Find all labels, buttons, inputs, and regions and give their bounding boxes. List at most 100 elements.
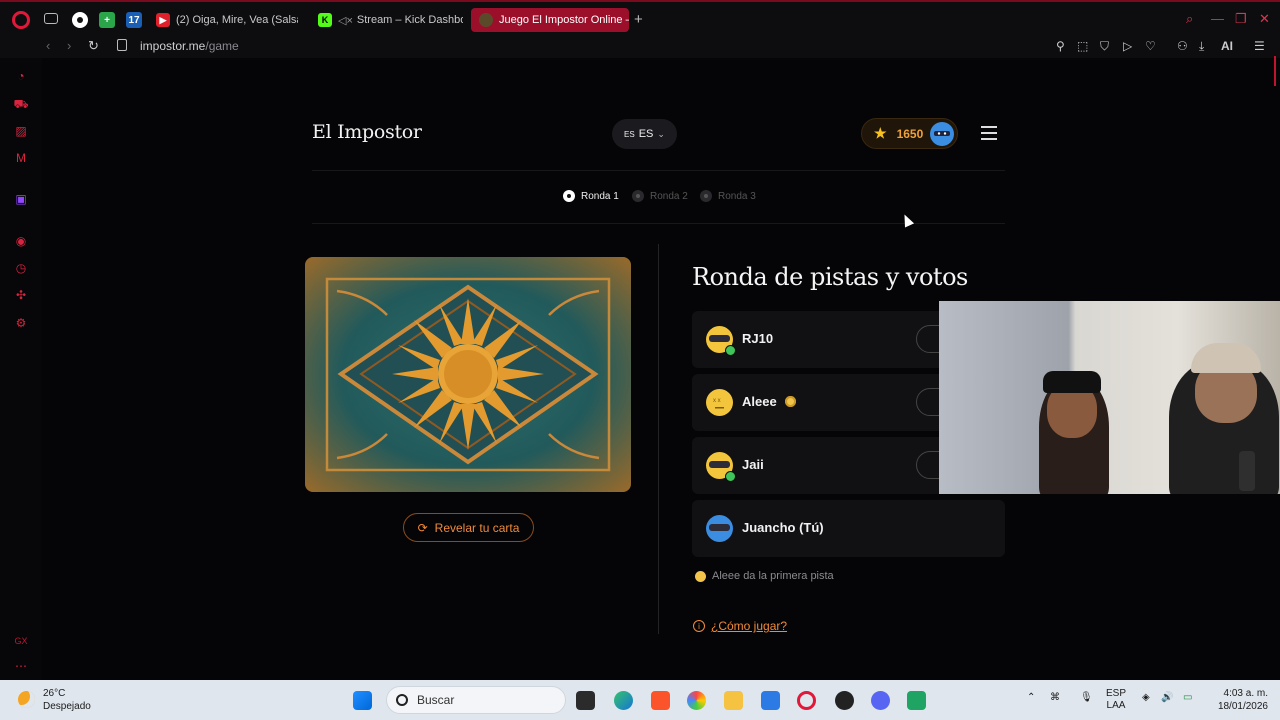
restore-icon[interactable]: ❐ — [1235, 11, 1247, 27]
muted-speaker-icon[interactable]: ◁× — [338, 14, 353, 27]
round-dot-icon — [700, 190, 712, 202]
hamburger-menu-icon[interactable] — [981, 126, 997, 140]
reveal-card-button[interactable]: ⟳ Revelar tu carta — [403, 513, 534, 542]
score-pill[interactable]: ★ 1650 — [861, 118, 958, 149]
discord-icon[interactable] — [871, 691, 890, 710]
round-label: Ronda 2 — [650, 190, 688, 202]
task-view-icon[interactable] — [576, 691, 595, 710]
cap-left — [1043, 371, 1101, 393]
mods-icon[interactable]: M — [13, 150, 29, 166]
gamepad-icon[interactable] — [44, 13, 58, 24]
back-icon[interactable]: ‹ — [46, 38, 50, 53]
profile-icon[interactable]: ⚇ — [1177, 39, 1188, 53]
date: 18/01/2026 — [1217, 701, 1268, 712]
snapshot-icon[interactable]: ⬚ — [1077, 39, 1088, 53]
brand-title[interactable]: El Impostor — [312, 121, 422, 143]
forward-icon[interactable]: › — [67, 38, 71, 53]
impostor-icon — [479, 13, 493, 27]
more-icon[interactable]: ⋯ — [13, 658, 29, 674]
check-icon — [725, 471, 736, 482]
masked-face-avatar — [706, 452, 736, 482]
taskbar-search[interactable]: Buscar — [386, 686, 566, 714]
twitch-icon[interactable]: ▣ — [13, 191, 29, 207]
chevron-up-icon[interactable]: ⌃ — [1027, 692, 1035, 704]
gx-control-icon[interactable]: ◔ — [13, 68, 29, 84]
language-selector[interactable]: ES ES ⌄ — [612, 119, 677, 149]
mouse-cursor-icon — [899, 212, 915, 228]
secret-card[interactable] — [305, 257, 631, 492]
browser-tab-bar: + 17 ▶ (2) Oiga, Mire, Vea (Salsa) K ◁× … — [0, 0, 1280, 36]
ai-label: AI — [1221, 39, 1233, 53]
sheets-icon[interactable] — [907, 691, 926, 710]
player-icon[interactable]: ◉ — [13, 233, 29, 249]
how-to-play-link[interactable]: i ¿Cómo jugar? — [693, 619, 787, 633]
weather-widget[interactable]: 26°C Despejado — [43, 687, 91, 713]
clock[interactable]: 4:03 a. m. 18/01/2026 — [1212, 687, 1268, 713]
cleaner-icon[interactable]: ▨ — [13, 123, 29, 139]
round-dot-icon — [563, 190, 575, 202]
download-icon[interactable]: ⤓ — [1199, 39, 1204, 54]
battery-icon[interactable]: ▭ — [1183, 692, 1192, 704]
network-app-icon[interactable]: ⌘ — [1050, 692, 1060, 704]
microphone-icon[interactable]: 🎙 — [1080, 692, 1093, 704]
settings-gear-icon[interactable]: ⚙ — [13, 315, 29, 331]
history-icon[interactable]: ◷ — [13, 260, 29, 276]
tab-impostor[interactable]: Juego El Impostor Online – — [471, 8, 629, 32]
mail-icon[interactable] — [761, 691, 780, 710]
extensions-icon[interactable]: ✣ — [13, 287, 29, 303]
edge-icon[interactable] — [614, 691, 633, 710]
youtube-icon: ▶ — [156, 13, 170, 27]
input-language[interactable]: ESP LAA — [1106, 688, 1126, 712]
obs-icon[interactable] — [835, 691, 854, 710]
reload-icon[interactable]: ↻ — [88, 38, 99, 54]
how-to-play-label[interactable]: ¿Cómo jugar? — [711, 619, 787, 633]
masked-face-avatar — [706, 515, 733, 542]
volume-icon[interactable]: 🔊 — [1161, 692, 1173, 704]
url-field[interactable]: impostor.me/game — [140, 39, 239, 53]
opera-gx-icon[interactable] — [797, 691, 816, 710]
lock-icon[interactable] — [117, 39, 127, 51]
tab-youtube[interactable]: ▶ (2) Oiga, Mire, Vea (Salsa) — [156, 8, 298, 32]
gx-logo: GX — [14, 636, 28, 646]
play-icon[interactable]: ▷ — [1123, 39, 1132, 53]
refresh-icon: ⟳ — [417, 520, 428, 535]
temperature: 26°C — [43, 688, 66, 699]
minimize-icon[interactable]: — — [1211, 11, 1224, 26]
star-icon: ★ — [874, 125, 887, 141]
turn-hint: Aleee da la primera pista — [695, 570, 834, 582]
close-icon[interactable]: ✕ — [1259, 11, 1270, 27]
browser-sidebar: ◔ ⛟ ▨ M ▣ ◉ ◷ ✣ ⚙ GX ⋯ — [0, 58, 42, 680]
brave-icon[interactable] — [651, 691, 670, 710]
file-explorer-icon[interactable] — [724, 691, 743, 710]
start-windows-icon[interactable] — [353, 691, 372, 710]
user-avatar[interactable] — [930, 122, 954, 146]
heart-icon[interactable]: ♡ — [1145, 39, 1156, 53]
round-label: Ronda 3 — [718, 190, 756, 202]
circle-app-icon[interactable] — [72, 12, 88, 28]
divider — [312, 170, 1005, 171]
pin-icon[interactable]: ⚲ — [1056, 39, 1065, 53]
shield-icon[interactable]: ⛉ — [1100, 39, 1109, 54]
gx-corner-icon[interactable]: ⛟ — [13, 96, 29, 112]
weather-moon-icon[interactable] — [18, 691, 35, 708]
cap-right — [1191, 343, 1261, 373]
tab-kick[interactable]: K ◁× Stream – Kick Dashboa — [318, 8, 463, 32]
reveal-label: Revelar tu carta — [434, 520, 520, 535]
copilot-icon[interactable] — [687, 691, 706, 710]
round-indicator-3: Ronda 3 — [700, 190, 756, 202]
lang-top: ESP — [1106, 688, 1127, 699]
wifi-icon[interactable]: ◈ — [1142, 692, 1150, 704]
sun-card-illustration — [325, 277, 611, 472]
search-tabs-icon[interactable]: ⌕ — [1186, 11, 1193, 27]
search-icon — [396, 694, 408, 706]
pinned-tab-17[interactable]: 17 — [126, 12, 142, 28]
player-name: Aleee — [742, 394, 777, 409]
plus-app-icon[interactable]: + — [99, 12, 115, 28]
webcam-overlay — [939, 301, 1280, 494]
score-value: 1650 — [896, 126, 924, 141]
ai-button[interactable]: AI — [1221, 39, 1233, 53]
easy-setup-icon[interactable]: ☰ — [1254, 39, 1265, 53]
opera-logo-icon[interactable] — [12, 11, 30, 29]
new-tab-button[interactable]: + — [634, 11, 643, 28]
hint-text: Aleee da la primera pista — [712, 570, 834, 582]
